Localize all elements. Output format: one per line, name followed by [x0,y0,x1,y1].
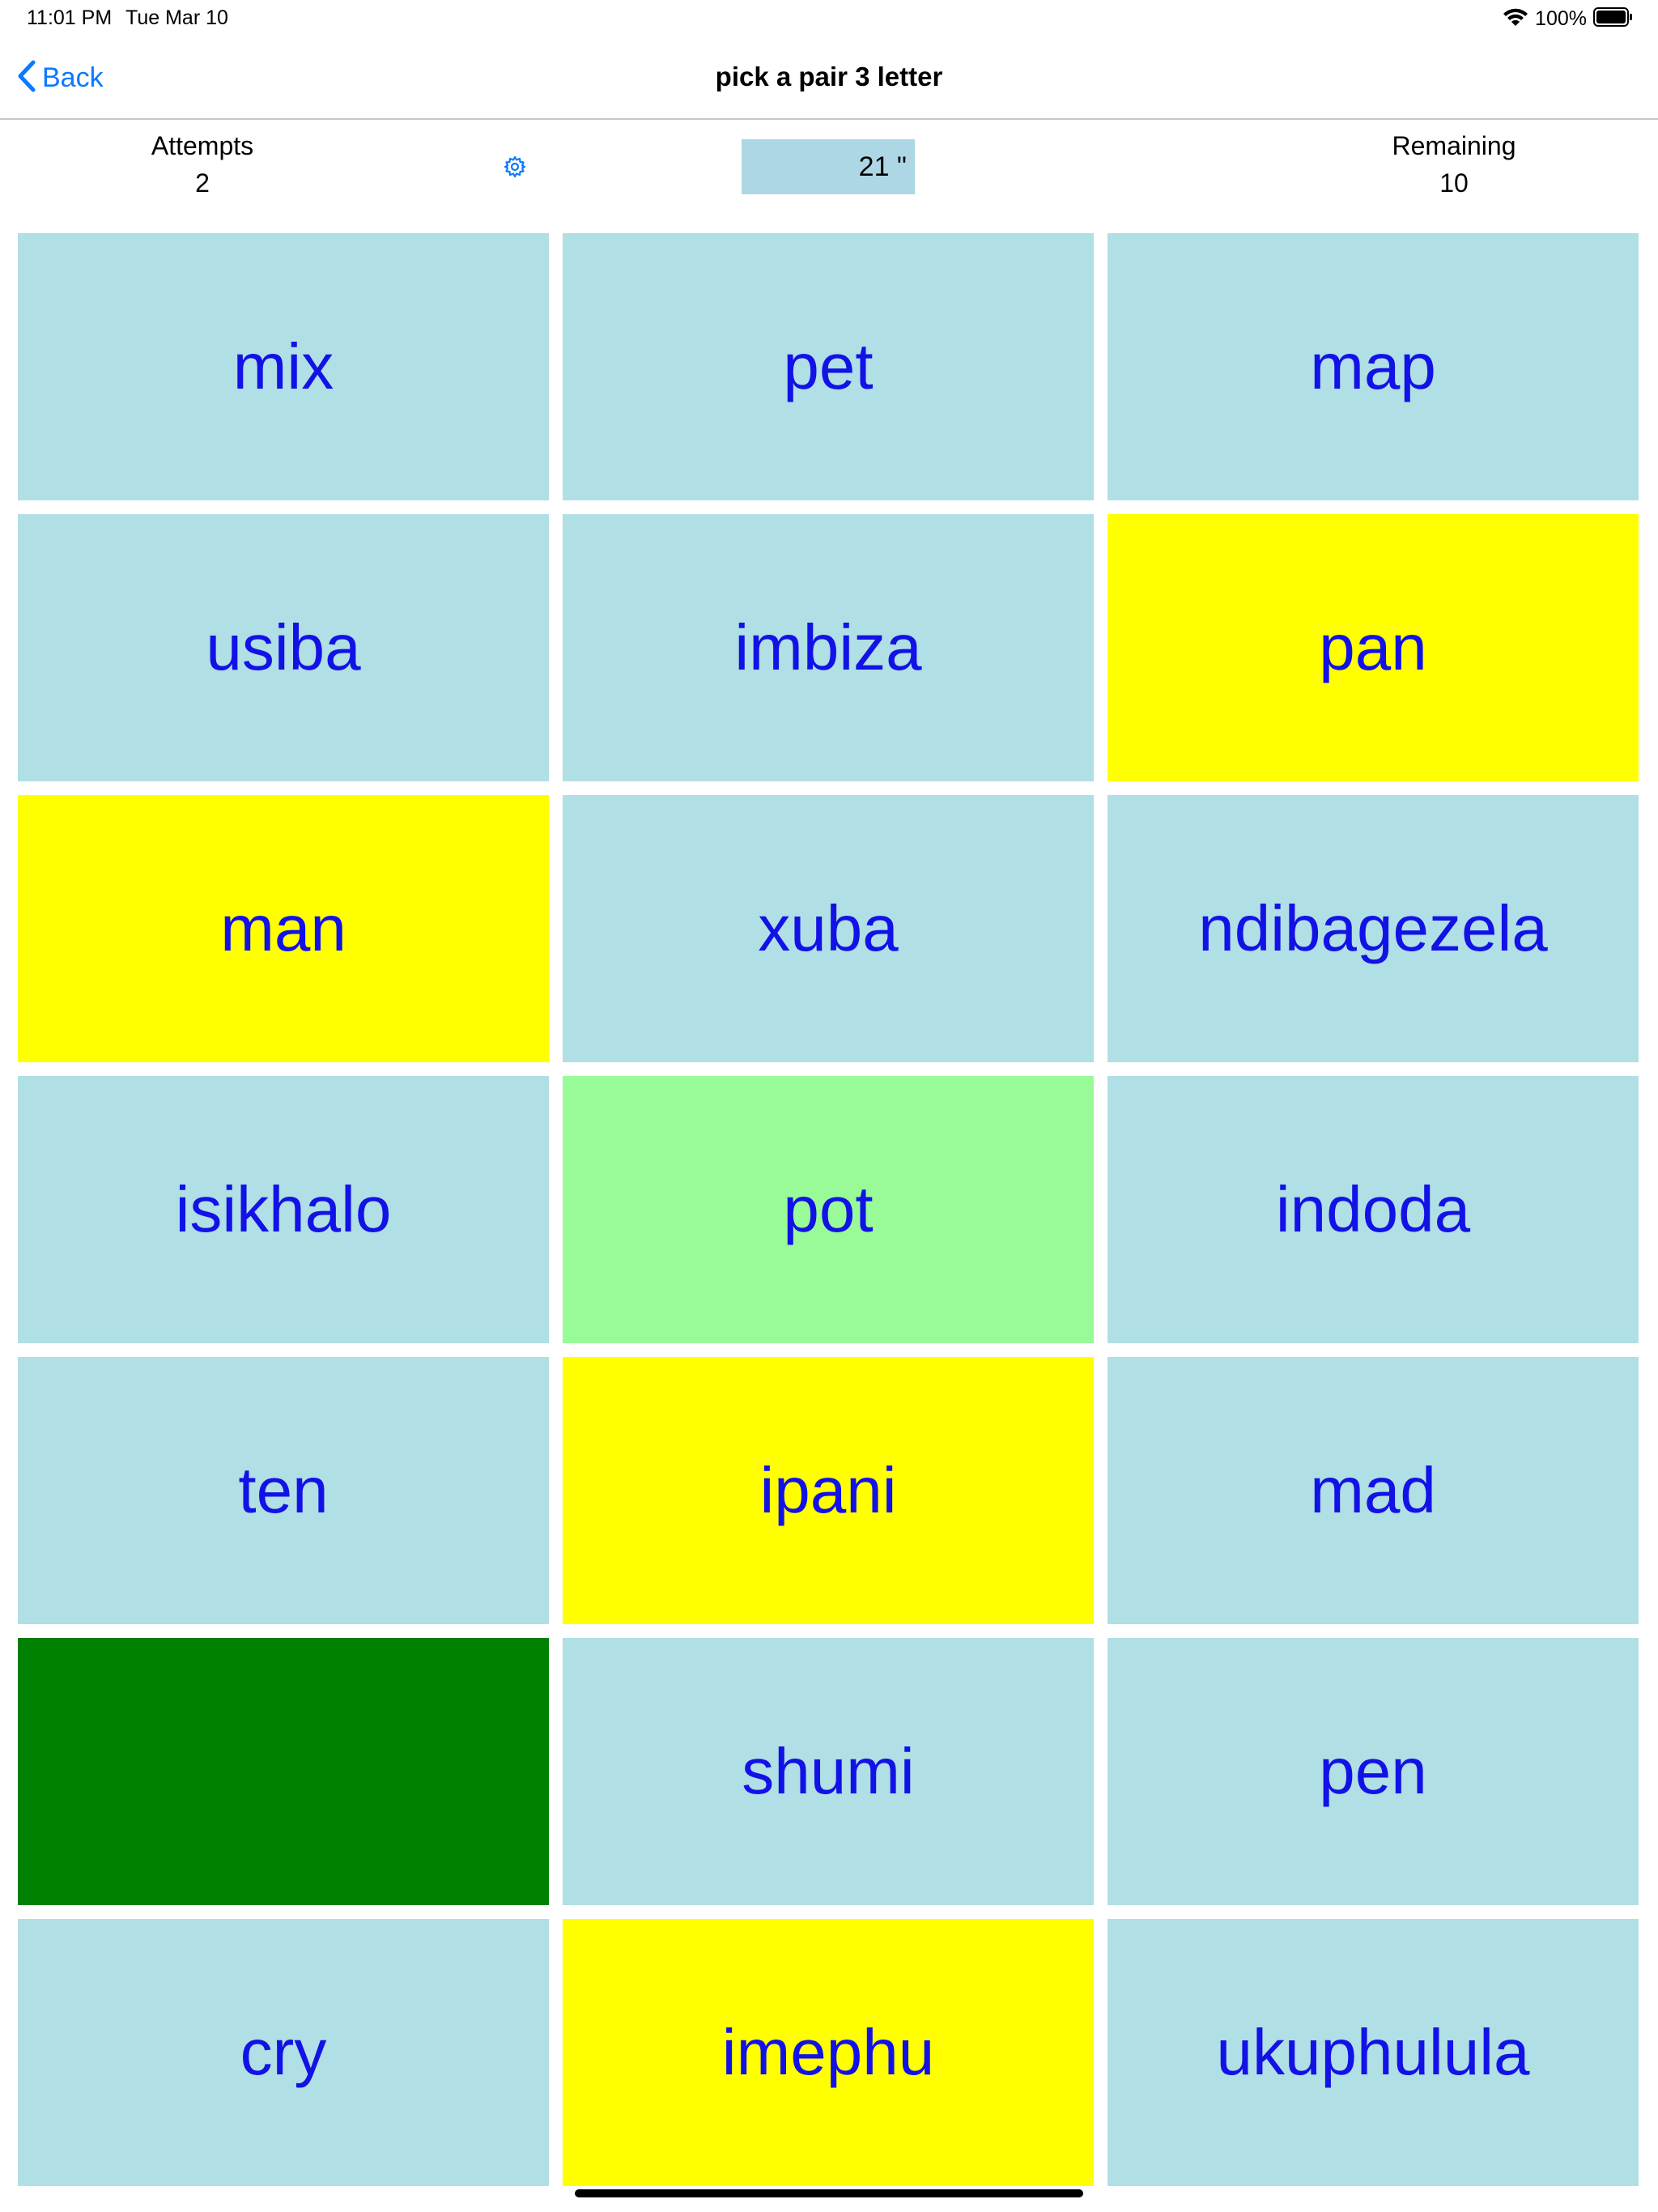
page-title: pick a pair 3 letter [715,62,943,91]
word-tile[interactable]: imephu [563,1919,1094,2186]
word-tile[interactable]: ipani [563,1357,1094,1624]
word-tile[interactable]: ndibagezela [1107,795,1639,1062]
word-tile[interactable]: map [1107,233,1639,500]
status-right: 100% [1503,5,1634,32]
word-tile-label: imbiza [734,611,922,683]
settings-button[interactable] [500,154,529,183]
timer-display: 21 " [742,139,915,194]
gear-icon [504,155,526,182]
word-tile[interactable]: pan [1107,514,1639,781]
word-tile-label: mad [1310,1454,1436,1526]
word-tile-label: pot [783,1173,874,1245]
status-time: 11:01 PM [27,6,113,29]
word-tile-grid: mix pet map usiba imbiza pan man xuba ndibagezel… [18,233,1640,2186]
word-tile-label: indoda [1275,1173,1471,1245]
remaining-value: 10 [1439,168,1469,198]
word-tile-label: map [1310,330,1436,402]
word-tile[interactable] [18,1638,549,1905]
word-tile[interactable]: man [18,795,549,1062]
word-tile[interactable]: pen [1107,1638,1639,1905]
word-tile-label: ndibagezela [1198,892,1548,964]
word-tile-label: xuba [758,892,899,964]
status-bar: 11:01 PM Tue Mar 10 100% [0,0,1658,39]
word-tile[interactable]: mad [1107,1357,1639,1624]
word-tile[interactable]: cry [18,1919,549,2186]
word-tile-label: shumi [742,1735,915,1807]
navigation-bar: Back pick a pair 3 letter [0,39,1658,120]
word-tile-label: isikhalo [175,1173,392,1245]
word-tile[interactable]: imbiza [563,514,1094,781]
word-tile[interactable]: isikhalo [18,1076,549,1343]
word-tile[interactable]: indoda [1107,1076,1639,1343]
word-tile-label: mix [232,330,334,402]
attempts-value: 2 [195,168,210,198]
word-tile-label: usiba [206,611,361,683]
word-tile-label: pet [783,330,874,402]
word-tile-label: ipani [759,1454,897,1526]
attempts-counter: Attempts 2 [81,130,324,204]
word-tile-label: pan [1319,611,1427,683]
word-tile-label: cry [240,2016,327,2088]
word-tile[interactable]: ukuphulula [1107,1919,1639,2186]
word-tile-label: imephu [721,2016,935,2088]
status-date: Tue Mar 10 [125,6,228,29]
battery-icon [1593,6,1634,32]
remaining-counter: Remaining 10 [1333,130,1575,204]
battery-percent: 100% [1535,6,1587,30]
home-indicator [575,2189,1083,2197]
word-tile-label: pen [1319,1735,1427,1807]
remaining-label: Remaining [1392,131,1516,160]
word-tile-label: ukuphulula [1216,2016,1530,2088]
word-tile[interactable]: xuba [563,795,1094,1062]
word-tile[interactable]: usiba [18,514,549,781]
attempts-label: Attempts [151,131,254,160]
word-tile[interactable]: ten [18,1357,549,1624]
word-tile[interactable]: pet [563,233,1094,500]
app-root: 11:01 PM Tue Mar 10 100% Back pick a pai… [0,0,1658,2212]
word-tile-label: man [220,892,346,964]
wifi-icon [1503,6,1528,32]
word-tile[interactable]: mix [18,233,549,500]
word-tile-label: ten [238,1454,329,1526]
word-tile[interactable]: shumi [563,1638,1094,1905]
word-tile[interactable]: pot [563,1076,1094,1343]
